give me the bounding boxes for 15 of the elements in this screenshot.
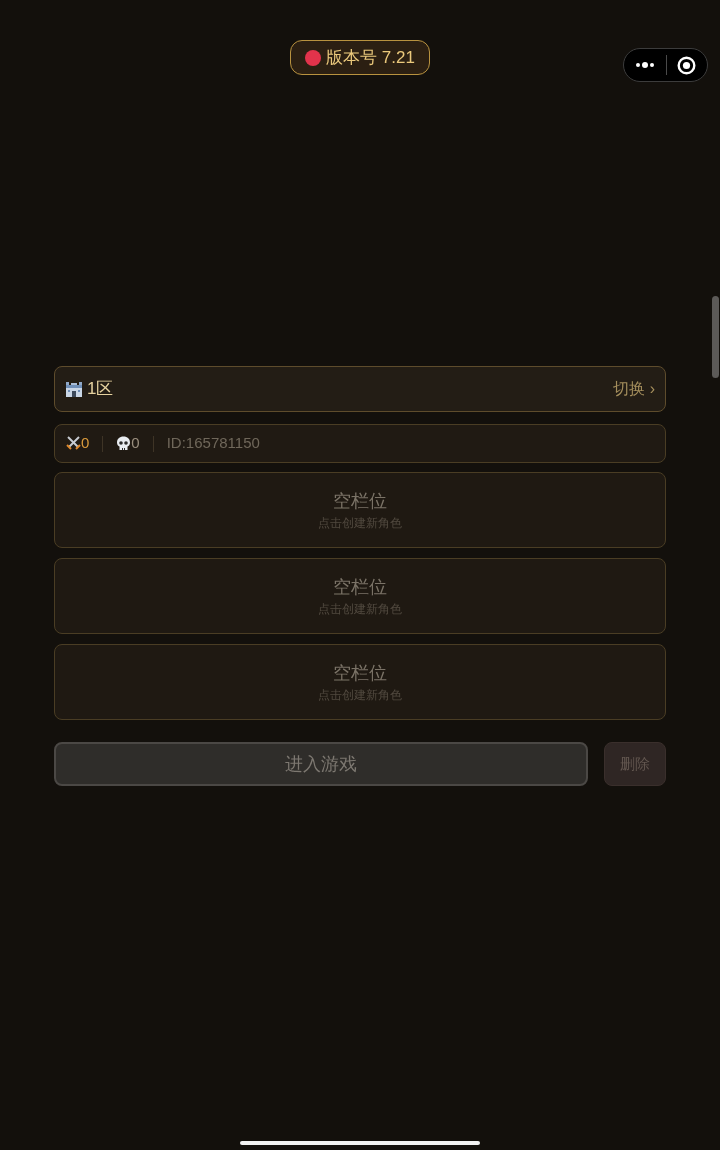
server-name: 1区 bbox=[87, 378, 114, 401]
castle-icon bbox=[65, 380, 83, 398]
scrollbar-thumb[interactable] bbox=[712, 296, 719, 378]
stat-count: 0 bbox=[131, 433, 140, 454]
slot-title: 空栏位 bbox=[333, 576, 387, 599]
switch-link[interactable]: 切换 › bbox=[613, 377, 655, 401]
slot-title: 空栏位 bbox=[333, 662, 387, 685]
slot-title: 空栏位 bbox=[333, 490, 387, 513]
stat-count: 0 bbox=[81, 433, 90, 454]
player-id: ID:165781150 bbox=[166, 433, 260, 454]
version-label: 版本号 7.21 bbox=[326, 49, 415, 66]
crossed-swords-icon bbox=[66, 436, 81, 451]
server-card[interactable]: 1区 切换 › bbox=[54, 366, 666, 412]
skull-icon bbox=[116, 436, 132, 451]
status-dot-icon bbox=[305, 49, 322, 66]
